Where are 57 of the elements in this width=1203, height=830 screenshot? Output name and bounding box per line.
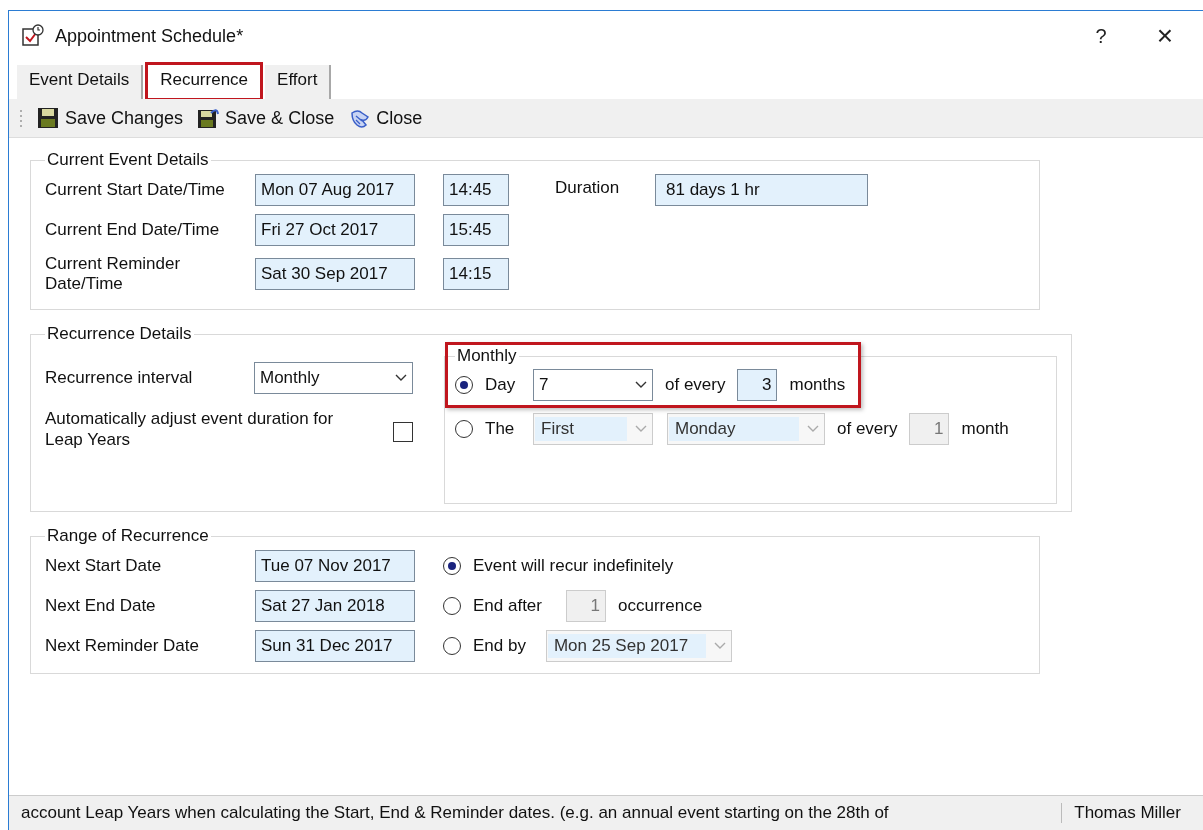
close-button[interactable]: ×: [1133, 16, 1197, 56]
date-field[interactable]: Fri 27 Oct 2017: [255, 214, 415, 246]
field-label: month: [961, 419, 1009, 439]
toolbar-button[interactable]: Save & Close: [193, 105, 339, 131]
date-field[interactable]: Tue 07 Nov 2017: [255, 550, 415, 582]
radio-button[interactable]: [455, 376, 473, 394]
calendar-check-icon: [21, 24, 45, 48]
radio-label: End by: [473, 636, 526, 656]
group-title: Monthly: [456, 346, 518, 366]
group-title: Range of Recurrence: [46, 526, 210, 546]
field-label: Current End Date/Time: [45, 220, 221, 240]
toolbar-button[interactable]: Close: [344, 105, 427, 131]
tab[interactable]: Event Details: [17, 65, 144, 99]
chevron-down-icon: [713, 642, 726, 650]
field-label: of every: [837, 419, 898, 439]
toolbar-grip-icon: [19, 108, 23, 128]
status-message: account Leap Years when calculating the Start, End & Reminder dates. (e.g. an annual event starting on the 28th of: [20, 803, 890, 823]
field-label: Current Start Date/Time: [45, 180, 226, 200]
chevron-down-icon: [395, 374, 407, 382]
help-button[interactable]: ?: [1069, 16, 1133, 56]
field-label: Next Start Date: [45, 556, 163, 576]
date-field[interactable]: Mon 07 Aug 2017: [255, 174, 415, 206]
field-label: Current Reminder Date/Time: [45, 254, 182, 294]
field-label: of every: [665, 375, 726, 395]
radio-button[interactable]: [443, 557, 461, 575]
chevron-down-icon: [807, 425, 819, 433]
checkbox-label: Automatically adjust event duration for Leap Years: [45, 408, 335, 450]
number-field[interactable]: 3: [737, 369, 778, 401]
chevron-down-icon: [635, 425, 647, 433]
duration-field[interactable]: 81 days 1 hr: [655, 174, 868, 206]
date-field[interactable]: Sat 30 Sep 2017: [255, 258, 415, 290]
field-label: occurrence: [618, 596, 703, 616]
field-label: Duration: [554, 177, 621, 198]
radio-label: End after: [473, 596, 542, 616]
date-field[interactable]: Sat 27 Jan 2018: [255, 590, 415, 622]
tab[interactable]: Recurrence: [147, 64, 262, 99]
radio-label: Day: [485, 375, 517, 395]
dropdown[interactable]: Monthly: [254, 362, 413, 394]
window-title: Appointment Schedule*: [55, 25, 244, 47]
tab[interactable]: Effort: [265, 65, 332, 99]
radio-label: Event will recur indefinitely: [473, 556, 674, 576]
status-user: Thomas Miller: [1061, 803, 1203, 823]
radio-label: The: [485, 419, 516, 439]
time-field[interactable]: 15:45: [443, 214, 509, 246]
checkbox[interactable]: [393, 422, 413, 442]
group-title: Recurrence Details: [46, 324, 193, 344]
time-field[interactable]: 14:15: [443, 258, 509, 290]
field-label: months: [789, 375, 846, 395]
field-label: Next End Date: [45, 596, 157, 616]
date-field[interactable]: Sun 31 Dec 2017: [255, 630, 415, 662]
field-label: Recurrence interval: [45, 368, 194, 388]
group-title: Current Event Details: [46, 150, 210, 170]
toolbar-button[interactable]: Save Changes: [33, 105, 188, 131]
time-field[interactable]: 14:45: [443, 174, 509, 206]
dropdown[interactable]: 7: [533, 369, 653, 401]
field-label: Next Reminder Date: [45, 636, 200, 656]
chevron-down-icon: [635, 381, 647, 389]
